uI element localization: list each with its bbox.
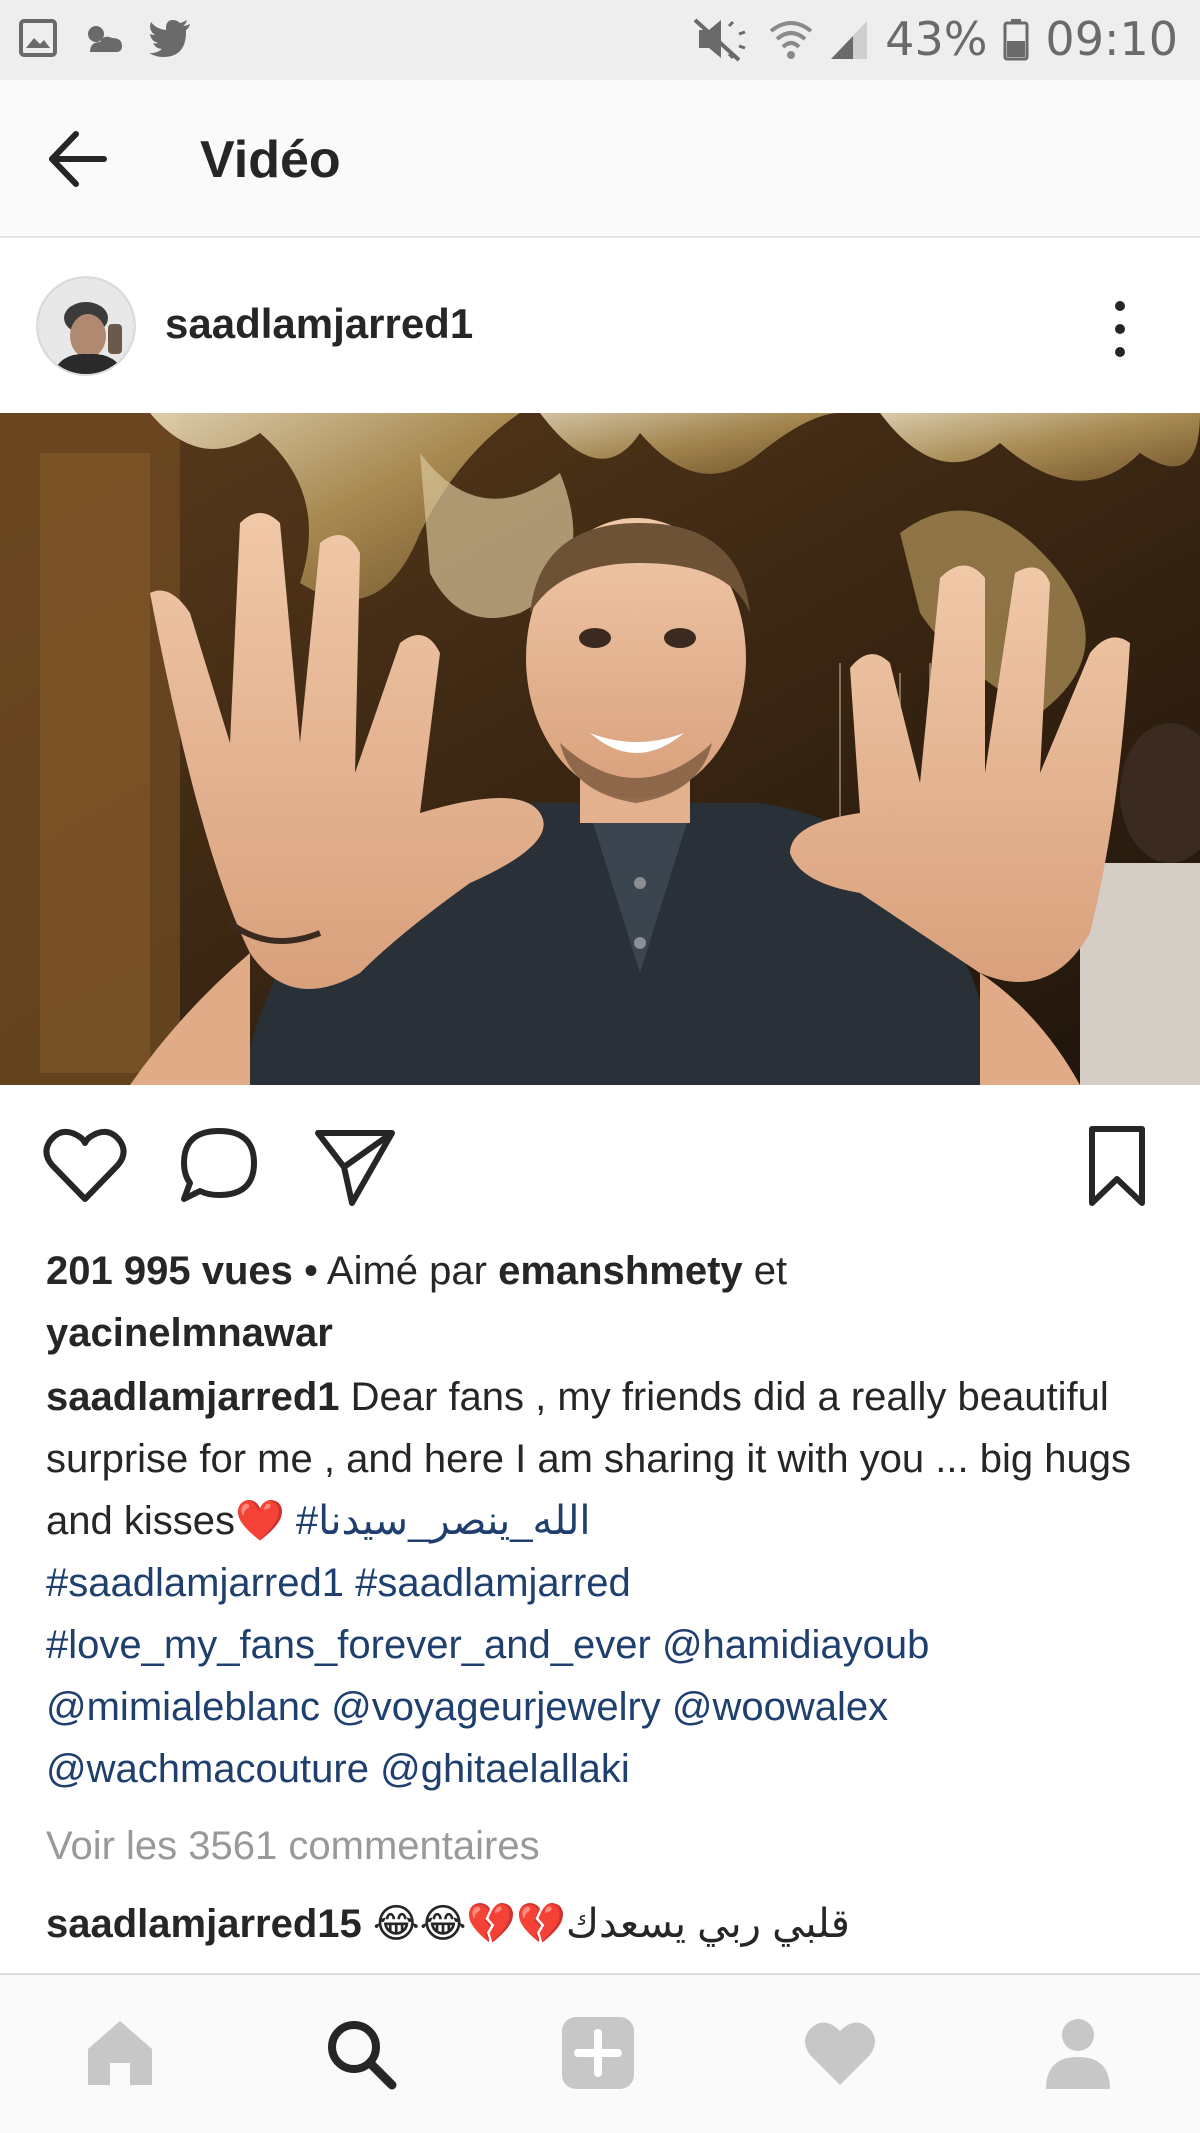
comment-author[interactable]: saadlamjarred15 — [46, 1902, 362, 1946]
mention-link[interactable]: @hamidiayoub — [662, 1623, 929, 1667]
video-frame — [0, 413, 1200, 1085]
comment-text: قلبي ربي يسعدك — [565, 1902, 850, 1946]
mention-link[interactable]: @woowalex — [672, 1685, 888, 1729]
mute-icon — [693, 18, 746, 62]
mention-link[interactable]: @voyageurjewelry — [331, 1685, 661, 1729]
more-options-icon[interactable] — [1100, 298, 1140, 360]
battery-icon — [1003, 19, 1029, 61]
avatar[interactable] — [36, 276, 136, 376]
mention-link[interactable]: @wachmacouture — [46, 1747, 369, 1791]
liked-user-link[interactable]: yacinelmnawar — [46, 1311, 333, 1355]
bottom-navigation — [0, 1973, 1200, 2133]
status-bar: 43% 09:10 — [0, 0, 1200, 80]
liked-by-prefix: • Aimé par — [292, 1249, 499, 1293]
view-count: 201 995 vues — [46, 1249, 293, 1293]
comment-icon[interactable] — [176, 1123, 262, 1209]
home-icon[interactable] — [82, 2015, 158, 2091]
notification-icons — [18, 18, 192, 58]
comment-emojis: 😂😂💔💔 — [372, 1902, 566, 1946]
hashtag-link[interactable]: #الله_ينصر_سيدنا — [296, 1499, 591, 1543]
caption-author[interactable]: saadlamjarred1 — [46, 1375, 340, 1419]
comment-row: saadlamjarred15 😂😂💔💔قلبي ربي يسعدك — [46, 1900, 1166, 1947]
post-caption: saadlamjarred1 Dear fans , my friends di… — [46, 1366, 1166, 1800]
hashtag-link[interactable]: #saadlamjarred — [355, 1561, 631, 1605]
twitter-icon — [149, 20, 190, 57]
mention-link[interactable]: @mimialeblanc — [46, 1685, 320, 1729]
liked-and: et — [742, 1249, 788, 1293]
post-header: saadlamjarred1 — [0, 240, 1200, 412]
clock: 09:10 — [1045, 12, 1178, 66]
battery-percent: 43% — [885, 12, 988, 66]
post-username[interactable]: saadlamjarred1 — [165, 300, 473, 348]
wifi-icon — [769, 21, 813, 59]
view-comments-link[interactable]: Voir les 3561 commentaires — [46, 1824, 540, 1869]
back-arrow-icon[interactable] — [46, 128, 108, 190]
heart-emoji: ❤️ — [234, 1499, 285, 1543]
gallery-icon — [19, 19, 57, 57]
video-player[interactable] — [0, 413, 1200, 1085]
signal-icon — [831, 21, 868, 59]
app-header: Vidéo — [0, 80, 1200, 238]
page-title: Vidéo — [200, 131, 341, 189]
post-actions — [0, 1085, 1200, 1235]
hashtag-link[interactable]: #saadlamjarred1 — [46, 1561, 344, 1605]
share-icon[interactable] — [312, 1123, 398, 1209]
bookmark-icon[interactable] — [1074, 1123, 1160, 1209]
heart-icon[interactable] — [42, 1123, 128, 1209]
status-indicators: 43% 09:10 — [693, 12, 1178, 66]
search-icon[interactable] — [322, 2015, 398, 2091]
profile-icon[interactable] — [1040, 2015, 1116, 2091]
add-post-icon[interactable] — [560, 2015, 636, 2091]
activity-heart-icon[interactable] — [802, 2015, 878, 2091]
hashtag-link[interactable]: #love_my_fans_forever_and_ever — [46, 1623, 651, 1667]
liked-user-link[interactable]: emanshmety — [498, 1249, 743, 1293]
mention-link[interactable]: @ghitaelallaki — [380, 1747, 630, 1791]
likes-summary: 201 995 vues • Aimé par emanshmety et yac… — [46, 1240, 1166, 1364]
weather-icon — [88, 26, 122, 52]
